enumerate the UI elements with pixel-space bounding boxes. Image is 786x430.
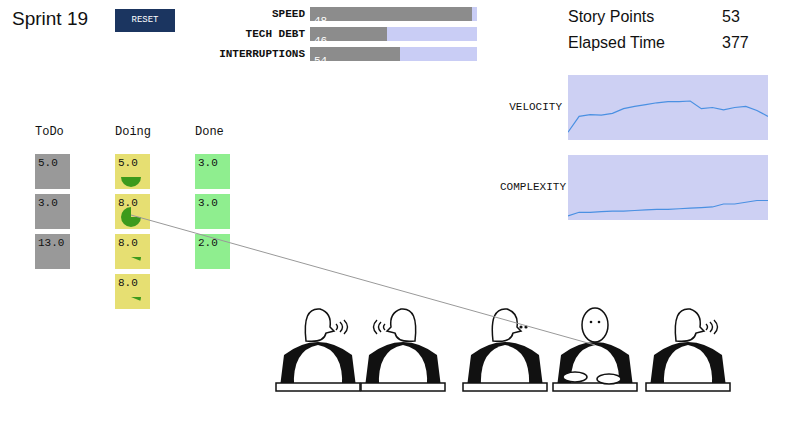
reset-button[interactable]: RESET xyxy=(115,9,175,32)
slider-fill xyxy=(310,7,472,21)
board: ToDo5.03.013.0Doing5.08.08.08.0Done3.03.… xyxy=(0,124,500,309)
chart-row: COMPLEXITY xyxy=(500,155,768,220)
card-points: 5.0 xyxy=(115,154,150,169)
team-canvas xyxy=(275,295,755,425)
stat-label: Elapsed Time xyxy=(568,30,722,56)
board-column: Done3.03.02.0 xyxy=(195,124,275,309)
stats: Story Points53Elapsed Time377 xyxy=(500,0,768,56)
team xyxy=(0,295,786,425)
slider-label: SPEED xyxy=(210,6,310,23)
slider-value: 48 xyxy=(310,15,327,27)
stat-row: Elapsed Time377 xyxy=(568,30,768,56)
team-member[interactable] xyxy=(463,309,547,391)
team-member[interactable] xyxy=(276,309,360,391)
column-title: ToDo xyxy=(35,124,115,154)
chart-line xyxy=(568,101,768,132)
slider-track[interactable]: 46 xyxy=(310,27,477,41)
story-card[interactable]: 3.0 xyxy=(195,194,230,229)
slider-value: 46 xyxy=(310,35,327,47)
card-points: 3.0 xyxy=(35,194,70,209)
slider-track[interactable]: 54 xyxy=(310,47,477,61)
speech-icon xyxy=(336,320,348,334)
team-member[interactable] xyxy=(553,308,637,391)
column-title: Done xyxy=(195,124,275,154)
card-points: 3.0 xyxy=(195,154,230,169)
assignment-line xyxy=(0,0,786,430)
chart-plot xyxy=(568,155,768,220)
right-column: Story Points53Elapsed Time377 VELOCITY COM… xyxy=(500,0,768,295)
app: Sprint 19RESETSPEED48TECH DEBT46INTERRUP… xyxy=(0,0,786,430)
chart-title: COMPLEXITY xyxy=(500,179,568,196)
story-card[interactable]: 3.0 xyxy=(35,194,70,229)
slider-label: TECH DEBT xyxy=(210,26,310,43)
slider-row: TECH DEBT46 xyxy=(210,27,477,41)
sliders: SPEED48TECH DEBT46INTERRUPTIONS54 xyxy=(210,7,477,61)
top-section: Sprint 19RESETSPEED48TECH DEBT46INTERRUP… xyxy=(0,0,786,295)
card-points: 8.0 xyxy=(115,274,150,289)
chart-title: VELOCITY xyxy=(500,99,568,116)
chart-line xyxy=(568,200,768,215)
speech-icon xyxy=(374,320,386,334)
chart-plot xyxy=(568,75,768,140)
story-card[interactable]: 8.0 xyxy=(115,194,150,229)
card-list: 3.0 3.0 2.0 xyxy=(195,154,275,269)
header: Sprint 19RESETSPEED48TECH DEBT46INTERRUP… xyxy=(0,0,500,61)
left-column: Sprint 19RESETSPEED48TECH DEBT46INTERRUP… xyxy=(0,0,500,295)
sprint-title: Sprint 19 xyxy=(12,7,92,31)
chart-row: VELOCITY xyxy=(500,75,768,140)
column-title: Doing xyxy=(115,124,195,154)
stat-value: 53 xyxy=(722,4,740,30)
slider-row: SPEED48 xyxy=(210,7,477,21)
story-card[interactable]: 8.0 xyxy=(115,274,150,309)
card-points: 2.0 xyxy=(195,234,230,249)
slider-row: INTERRUPTIONS54 xyxy=(210,47,477,61)
team-member[interactable] xyxy=(361,309,445,391)
story-card[interactable]: 2.0 xyxy=(195,234,230,269)
card-points: 8.0 xyxy=(115,234,150,249)
thinking-icon xyxy=(519,325,527,328)
stat-value: 377 xyxy=(722,30,749,56)
card-points: 8.0 xyxy=(115,194,150,209)
story-card[interactable]: 5.0 xyxy=(115,154,150,189)
board-column: ToDo5.0 3.0 13.0 xyxy=(35,124,115,309)
story-card[interactable]: 8.0 xyxy=(115,234,150,269)
slider-label: INTERRUPTIONS xyxy=(210,46,310,63)
stat-label: Story Points xyxy=(568,4,722,30)
card-points: 3.0 xyxy=(195,194,230,209)
card-list: 5.0 3.0 13.0 xyxy=(35,154,115,269)
stat-row: Story Points53 xyxy=(568,4,768,30)
slider-track[interactable]: 48 xyxy=(310,7,477,21)
story-card[interactable]: 3.0 xyxy=(195,154,230,189)
slider-value: 54 xyxy=(310,55,327,67)
card-list: 5.0 8.0 8.0 8.0 xyxy=(115,154,195,309)
team-member[interactable] xyxy=(646,309,730,391)
story-card[interactable]: 5.0 xyxy=(35,154,70,189)
charts: VELOCITY COMPLEXITY xyxy=(500,75,768,220)
hands-icon xyxy=(563,372,621,384)
card-points: 5.0 xyxy=(35,154,70,169)
story-card[interactable]: 13.0 xyxy=(35,234,70,269)
card-points: 13.0 xyxy=(35,234,70,249)
board-column: Doing5.0 8.0 8.0 8.0 xyxy=(115,124,195,309)
speech-icon xyxy=(706,320,718,334)
